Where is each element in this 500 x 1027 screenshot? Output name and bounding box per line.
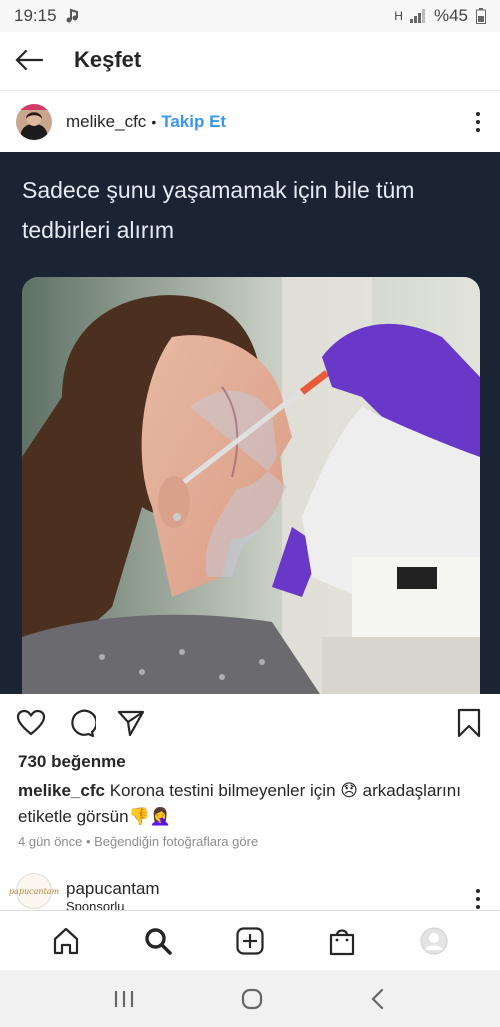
battery-icon	[476, 8, 486, 24]
like-count[interactable]: 730 beğenme	[18, 752, 126, 772]
network-type: H	[394, 9, 403, 23]
separator-dot: •	[151, 113, 157, 130]
post-actions	[0, 700, 500, 746]
next-post-more-icon[interactable]	[472, 889, 484, 909]
battery-level: %45	[433, 6, 468, 25]
bookmark-icon[interactable]	[454, 708, 484, 738]
media-overlay-text: Sadece şunu yaşamamak için bile tüm tedb…	[22, 177, 415, 243]
notification-icon	[66, 8, 78, 23]
recent-apps-icon[interactable]	[112, 988, 136, 1010]
post-caption: melike_cfc Korona testini bilmeyenler iç…	[18, 778, 488, 830]
status-bar: 19:15 H %45	[0, 0, 500, 32]
next-post-avatar[interactable]: papucantam	[9, 873, 59, 909]
like-heart-icon[interactable]	[16, 708, 46, 738]
follow-button[interactable]: Takip Et	[161, 112, 226, 132]
home-button-icon[interactable]	[240, 987, 264, 1011]
bottom-navigation	[0, 910, 500, 970]
more-options-icon[interactable]	[472, 111, 484, 132]
add-post-icon[interactable]	[234, 925, 266, 957]
system-navigation	[0, 970, 500, 1027]
page-title: Keşfet	[74, 47, 142, 72]
next-post-username[interactable]: papucantam	[66, 879, 160, 899]
back-arrow-icon[interactable]	[14, 48, 44, 72]
home-icon[interactable]	[50, 925, 82, 957]
system-back-icon[interactable]	[368, 987, 388, 1011]
comment-icon[interactable]	[66, 708, 96, 738]
post-media[interactable]: Sadece şunu yaşamamak için bile tüm tedb…	[0, 152, 500, 694]
post-username[interactable]: melike_cfc	[66, 112, 146, 132]
post-photo	[22, 277, 480, 694]
profile-icon[interactable]	[418, 925, 450, 957]
post-header: melike_cfc • Takip Et	[0, 90, 500, 152]
share-icon[interactable]	[116, 708, 146, 738]
signal-icon	[409, 9, 425, 23]
post-meta: 4 gün önce • Beğendiğin fotoğraflara gör…	[18, 834, 259, 849]
search-icon[interactable]	[142, 925, 174, 957]
app-header: Keşfet	[0, 32, 500, 88]
status-time: 19:15	[14, 6, 57, 25]
next-post-header: papucantam papucantam Sponsorlu	[0, 873, 500, 913]
avatar[interactable]	[16, 103, 52, 140]
shop-icon[interactable]	[326, 925, 358, 957]
caption-username[interactable]: melike_cfc	[18, 781, 105, 800]
